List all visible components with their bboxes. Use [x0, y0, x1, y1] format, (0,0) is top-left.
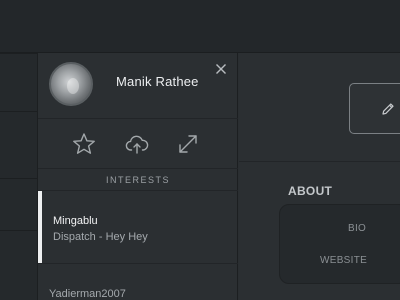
profile-panel: Manik Rathee INTERESTS Mingablu Dispatch…: [38, 53, 238, 300]
profile-header: Manik Rathee: [38, 53, 238, 119]
top-bar: [0, 0, 400, 53]
interests-heading: INTERESTS: [38, 169, 238, 191]
bio-label[interactable]: BIO: [348, 223, 366, 234]
divider: [0, 178, 38, 179]
action-bar: [38, 119, 238, 169]
close-icon: [216, 64, 226, 74]
active-indicator: [38, 191, 42, 263]
about-heading: ABOUT: [288, 184, 333, 198]
list-item[interactable]: Mingablu Dispatch - Hey Hey: [38, 191, 238, 263]
item-title: Mingablu: [53, 215, 98, 227]
edit-button[interactable]: [349, 83, 400, 134]
upload-button[interactable]: [124, 131, 150, 157]
avatar[interactable]: [49, 62, 93, 106]
divider: [0, 230, 38, 231]
website-label[interactable]: WEBSITE: [320, 255, 367, 266]
favorite-button[interactable]: [71, 131, 97, 157]
main-content: ABOUT BIO WEBSITE: [239, 53, 400, 300]
list-item[interactable]: Yadierman2007: [38, 264, 238, 300]
user-name: Manik Rathee: [116, 74, 199, 89]
cloud-upload-icon: [125, 135, 149, 154]
item-subtitle: Dispatch - Hey Hey: [53, 231, 148, 243]
about-card: BIO WEBSITE: [279, 204, 400, 284]
pencil-icon: [382, 103, 394, 115]
divider: [0, 111, 38, 112]
close-button[interactable]: [213, 61, 229, 77]
left-sidebar: [0, 53, 38, 300]
item-title: Yadierman2007: [49, 288, 126, 300]
divider: [239, 161, 400, 162]
divider: [0, 53, 38, 54]
star-icon: [73, 133, 95, 154]
expand-icon: [179, 135, 197, 153]
expand-button[interactable]: [175, 131, 201, 157]
